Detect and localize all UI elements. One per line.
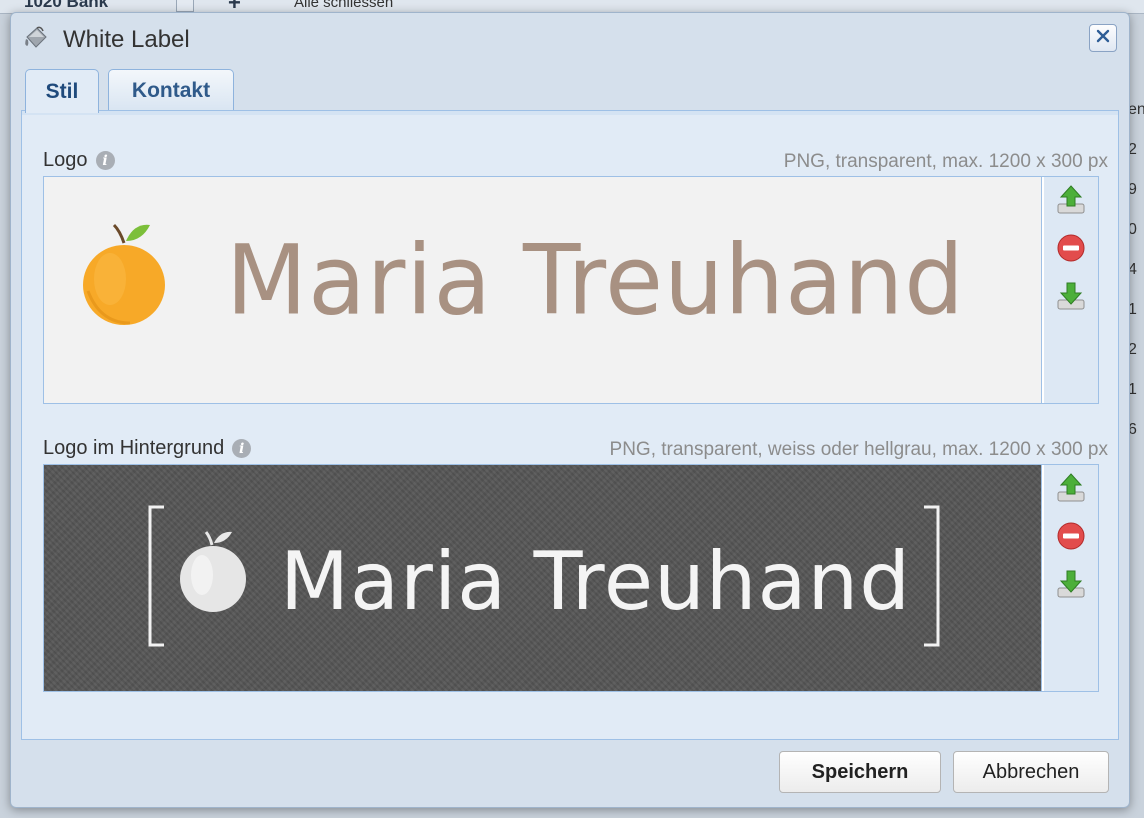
logo-upload-area: Maria Treuhand [43,176,1099,404]
download-icon [1055,568,1087,605]
background-cell: 2 [1128,341,1137,358]
background-cell: en [1128,101,1144,118]
delete-icon [1056,521,1086,556]
info-icon[interactable]: i [95,151,115,170]
close-all-link[interactable]: Alle schliessen [294,0,393,12]
dialog-title: White Label [63,26,190,53]
logo-preview: Maria Treuhand [44,177,1042,403]
logo-tools [1044,177,1098,403]
info-icon[interactable]: i [232,439,252,458]
apple-logo-white-icon [180,531,246,612]
background-cell: 4 [1128,261,1137,278]
upload-icon [1055,184,1087,221]
save-button[interactable]: Speichern [779,751,941,793]
tab-stil[interactable]: Stil [25,69,99,113]
logo-background-download-button[interactable] [1054,569,1088,603]
background-cell: 1 [1128,381,1137,398]
logo-upload-button[interactable] [1054,184,1088,221]
logo-background-label: Logo im Hintergrund [43,437,225,459]
logo-delete-button[interactable] [1054,233,1088,267]
background-cell: 0 [1128,221,1137,238]
logo-background-label-row: Logo im Hintergrund i [43,437,252,460]
logo-background-delete-button[interactable] [1054,521,1088,555]
background-cell: 1 [1128,301,1137,318]
logo-brand-text: Maria Treuhand [226,225,965,338]
background-table-column: en 2 9 0 4 1 2 1 6 [1128,90,1144,450]
tab-kontakt[interactable]: Kontakt [108,69,234,111]
logo-background-tools [1044,465,1098,691]
logo-download-button[interactable] [1054,281,1088,315]
logo-hint: PNG, transparent, max. 1200 x 300 px [783,151,1108,172]
dialog-titlebar[interactable]: White Label [11,13,1129,65]
logo-label-row: Logo i [43,149,115,172]
background-cell: 2 [1128,141,1137,158]
close-dialog-button[interactable] [1089,24,1117,52]
paint-bucket-icon [23,25,49,51]
logo-background-upload-button[interactable] [1054,472,1088,509]
logo-background-brand-text: Maria Treuhand [280,535,911,628]
white-label-dialog: White Label Stil Kontakt Logo i PNG, tra… [10,12,1130,808]
logo-background-hint: PNG, transparent, weiss oder hellgrau, m… [609,439,1108,460]
background-cell: 9 [1128,181,1137,198]
logo-background-preview: Maria Treuhand [44,465,1042,691]
panel-top-line [22,111,1118,115]
download-icon [1055,280,1087,317]
apple-logo-icon [83,223,165,325]
stil-panel: Logo i PNG, transparent, max. 1200 x 300… [21,110,1119,740]
logo-label: Logo [43,149,88,171]
background-tab-scroll[interactable] [176,0,194,12]
background-tab[interactable]: 1020 Bank [24,0,194,12]
logo-background-upload-area: Maria Treuhand [43,464,1099,692]
cancel-button[interactable]: Abbrechen [953,751,1109,793]
close-icon [1095,28,1111,49]
upload-icon [1055,472,1087,509]
background-cell: 6 [1128,421,1137,438]
delete-icon [1056,233,1086,268]
